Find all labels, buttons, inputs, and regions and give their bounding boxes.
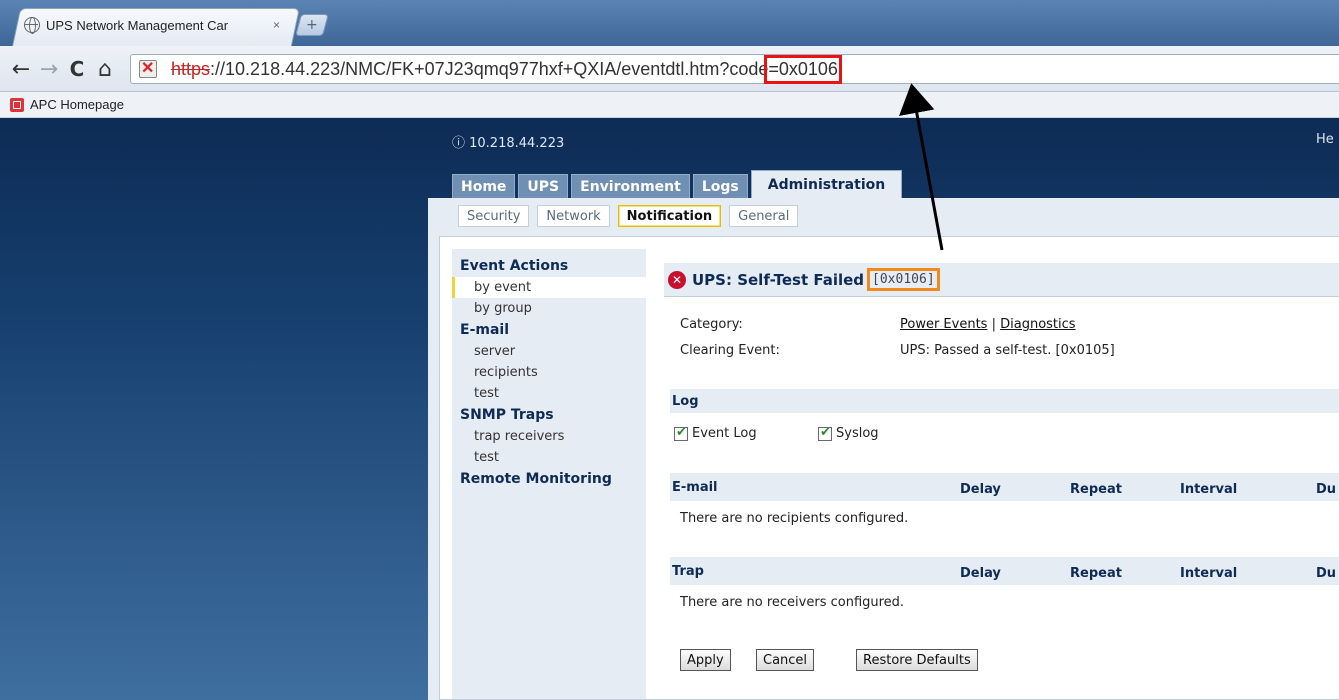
address-bar[interactable]: https://10.218.44.223/NMC/FK+07J23qmq977…	[130, 54, 1339, 84]
event-title: UPS: Self-Test Failed	[692, 270, 865, 289]
category-link-power-events[interactable]: Power Events	[900, 317, 987, 332]
syslog-option[interactable]: Syslog	[818, 425, 879, 441]
clearing-event-label: Clearing Event:	[680, 343, 780, 358]
event-detail: ✕ UPS: Self-Test Failed [0x0106] Categor…	[664, 263, 1339, 671]
sidebar-item-email-test[interactable]: test	[452, 383, 646, 404]
category-link-diagnostics[interactable]: Diagnostics	[1000, 317, 1075, 332]
category-value: Power Events | Diagnostics	[900, 317, 1076, 332]
email-col-duration: Du	[1316, 482, 1337, 497]
admin-panel: Security Network Notification General Ev…	[428, 198, 1339, 700]
insecure-lock-icon	[139, 58, 157, 78]
content-area: Event Actions by event by group E-mail s…	[439, 236, 1339, 700]
url-path: ://10.218.44.223/NMC/FK+07J23qmq977hxf+Q…	[210, 58, 769, 79]
apply-button[interactable]: Apply	[680, 649, 731, 671]
plus-icon: +	[306, 17, 318, 33]
sidebar-item-by-event[interactable]: by event	[452, 277, 646, 298]
tab-administration[interactable]: Administration	[750, 170, 903, 198]
log-section-title: Log	[672, 393, 699, 409]
email-col-delay: Delay	[960, 482, 1001, 497]
reload-button[interactable]: C	[64, 56, 90, 82]
event-title-bar: ✕ UPS: Self-Test Failed [0x0106]	[664, 263, 1339, 297]
trap-col-interval: Interval	[1180, 566, 1238, 581]
category-separator: |	[987, 317, 1001, 332]
restore-defaults-button[interactable]: Restore Defaults	[856, 649, 978, 671]
event-log-option[interactable]: Event Log	[674, 425, 757, 441]
subtab-security[interactable]: Security	[458, 205, 530, 227]
url-code-highlight: =0x0106	[764, 54, 842, 84]
subtab-network[interactable]: Network	[537, 205, 610, 227]
trap-section-title: Trap	[672, 563, 704, 579]
device-ip: ⓘ 10.218.44.223	[452, 136, 565, 151]
trap-col-duration: Du	[1316, 566, 1337, 581]
subtab-notification[interactable]: Notification	[617, 205, 722, 227]
tab-logs[interactable]: Logs	[692, 174, 748, 198]
browser-toolbar: ← → C ⌂ https://10.218.44.223/NMC/FK+07J…	[0, 46, 1339, 92]
category-label: Category:	[680, 317, 743, 332]
tab-home[interactable]: Home	[452, 174, 516, 198]
apc-logo-icon	[10, 97, 24, 112]
url-scheme: https	[171, 58, 211, 79]
email-section-title: E-mail	[672, 479, 718, 495]
sidebar-heading-remote-monitoring[interactable]: Remote Monitoring	[452, 468, 646, 490]
email-empty-message: There are no recipients configured.	[680, 511, 909, 526]
email-col-interval: Interval	[1180, 482, 1238, 497]
new-tab-button[interactable]: +	[295, 14, 329, 36]
main-nav-tabs: Home UPS Environment Logs Administration	[452, 170, 903, 198]
event-code: [0x0106]	[867, 268, 940, 291]
trap-section-header: Trap Delay Repeat Interval Du	[670, 557, 1339, 585]
side-navigation: Event Actions by event by group E-mail s…	[452, 249, 646, 699]
sidebar-item-snmp-test[interactable]: test	[452, 447, 646, 468]
sidebar-item-recipients[interactable]: recipients	[452, 362, 646, 383]
sidebar-item-by-group[interactable]: by group	[452, 298, 646, 319]
browser-tab-title: UPS Network Management Car	[46, 17, 229, 33]
event-log-checkbox[interactable]	[674, 425, 688, 441]
cancel-button[interactable]: Cancel	[756, 649, 815, 671]
back-button[interactable]: ←	[8, 56, 34, 82]
subtab-general[interactable]: General	[729, 205, 799, 227]
sidebar-heading-email[interactable]: E-mail	[452, 319, 646, 341]
globe-icon	[24, 17, 40, 34]
syslog-checkbox[interactable]	[818, 425, 832, 441]
web-page: ⓘ 10.218.44.223 He Home UPS Environment …	[0, 118, 1339, 700]
home-button[interactable]: ⌂	[92, 56, 118, 82]
clearing-event-value: UPS: Passed a self-test. [0x0105]	[900, 343, 1115, 358]
close-icon[interactable]: ×	[273, 18, 280, 32]
bookmark-apc-homepage[interactable]: APC Homepage	[30, 97, 124, 112]
browser-tab-content[interactable]: UPS Network Management Car ×	[24, 11, 280, 39]
browser-tab-strip: UPS Network Management Car × +	[0, 0, 1339, 46]
log-section-header: Log	[670, 389, 1339, 413]
email-section-header: E-mail Delay Repeat Interval Du	[670, 473, 1339, 501]
syslog-label: Syslog	[836, 426, 879, 441]
bookmarks-bar: APC Homepage	[0, 92, 1339, 118]
event-log-label: Event Log	[692, 426, 757, 441]
help-link[interactable]: He	[1316, 132, 1334, 147]
trap-empty-message: There are no receivers configured.	[680, 595, 905, 610]
sidebar-heading-snmp-traps[interactable]: SNMP Traps	[452, 404, 646, 426]
sidebar-heading-event-actions[interactable]: Event Actions	[452, 255, 646, 277]
email-col-repeat: Repeat	[1070, 482, 1122, 497]
trap-col-repeat: Repeat	[1070, 566, 1122, 581]
trap-col-delay: Delay	[960, 566, 1001, 581]
sidebar-item-server[interactable]: server	[452, 341, 646, 362]
error-icon: ✕	[668, 270, 686, 289]
sub-nav-tabs: Security Network Notification General	[458, 205, 799, 227]
sidebar-item-trap-receivers[interactable]: trap receivers	[452, 426, 646, 447]
tab-ups[interactable]: UPS	[518, 174, 569, 198]
tab-environment[interactable]: Environment	[571, 174, 690, 198]
forward-button[interactable]: →	[36, 56, 62, 82]
